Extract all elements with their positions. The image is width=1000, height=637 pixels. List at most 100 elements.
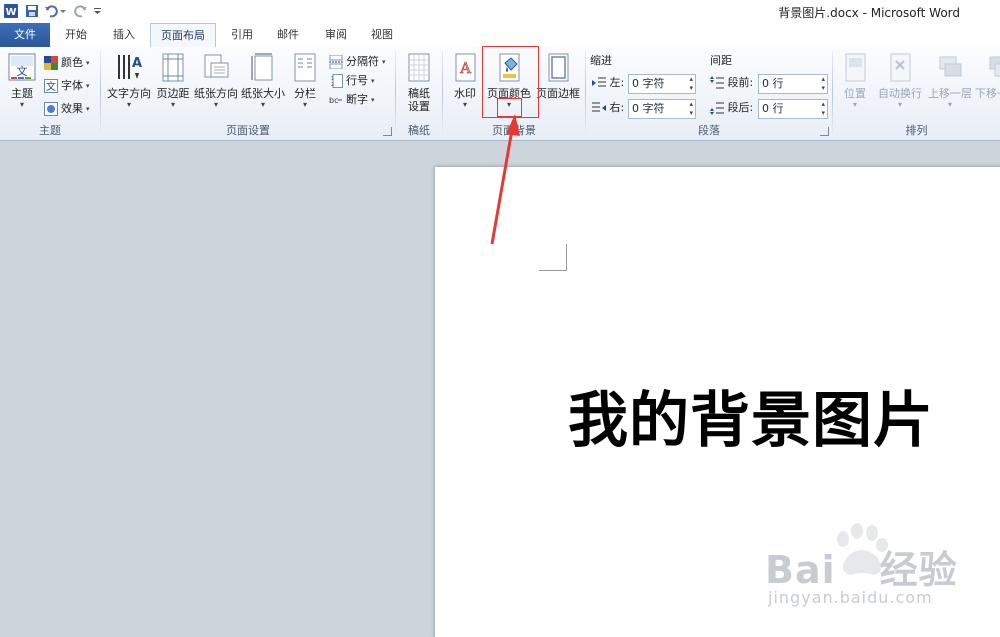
group-manuscript-label: 稿纸 <box>408 124 430 137</box>
size-button[interactable]: 纸张大小 ▾ <box>239 51 287 123</box>
chevron-down-icon: ▾ <box>382 58 386 66</box>
effects-button[interactable]: 效果 ▾ <box>44 99 90 119</box>
paragraph-launcher-icon[interactable] <box>820 127 829 136</box>
spacing-before-icon <box>710 76 724 90</box>
spacing-after-input[interactable]: 0 行 ▴ ▾ <box>758 99 828 119</box>
watermark-url: jingyan.baidu.com <box>768 588 933 607</box>
document-heading[interactable]: 我的背景图片 <box>568 372 934 459</box>
chevron-down-icon: ▾ <box>86 105 90 113</box>
group-paragraph: 缩进 左: 0 字符 ▴ ▾ 右: 0 字符 ▴ ▾ 间距 段前: 0 行 ▴ ▾ 段… <box>586 49 832 138</box>
hyphenation-label: 断字 <box>346 93 368 106</box>
font-icon: 文 <box>44 79 58 93</box>
indent-left-row: 左: <box>592 73 624 93</box>
tab-home[interactable]: 开始 <box>56 23 96 47</box>
svg-text:A: A <box>459 59 471 77</box>
undo-icon[interactable] <box>43 3 59 19</box>
annotation-arrow-icon <box>490 114 520 245</box>
tab-mailings[interactable]: 邮件 <box>268 23 308 47</box>
indent-right-label: 右: <box>609 101 625 114</box>
chevron-down-icon: ▾ <box>947 100 952 109</box>
bring-forward-button[interactable]: 上移一层 ▾ <box>925 51 975 123</box>
tab-insert[interactable]: 插入 <box>104 23 144 47</box>
spinner-arrows-icon[interactable]: ▴ ▾ <box>689 100 693 118</box>
breaks-button[interactable]: 分隔符 ▾ <box>329 52 386 72</box>
group-arrange-label: 排列 <box>905 124 928 137</box>
svg-text:文: 文 <box>17 64 28 78</box>
spacing-before-value: 0 行 <box>762 77 784 90</box>
tab-view[interactable]: 视图 <box>362 23 402 47</box>
fonts-button[interactable]: 文 字体 ▾ <box>44 76 90 96</box>
manuscript-settings-button[interactable]: 稿纸 设置 <box>400 51 438 123</box>
breaks-icon <box>329 54 343 70</box>
chevron-down-icon: ▾ <box>86 59 90 67</box>
page-setup-launcher-icon[interactable] <box>383 127 392 136</box>
manuscript-label-line2: 设置 <box>408 100 430 113</box>
group-arrange: 位置 ▾ 自动换行 ▾ 上移一层 ▾ 下移一 排列 <box>833 49 1000 138</box>
svg-text:2: 2 <box>331 82 334 88</box>
position-button[interactable]: 位置 ▾ <box>837 51 873 123</box>
theme-button-label: 主题 <box>11 87 33 100</box>
hyphenation-button[interactable]: bc 断字 ▾ <box>329 90 375 110</box>
colors-button[interactable]: 颜色 ▾ <box>44 53 90 73</box>
chevron-down-icon: ▾ <box>371 77 375 85</box>
bring-forward-icon <box>936 53 964 83</box>
group-paragraph-label: 段落 <box>698 124 720 137</box>
spacing-before-label: 段前: <box>727 76 754 89</box>
fonts-label: 字体 <box>61 79 83 92</box>
margins-icon <box>159 53 187 83</box>
columns-button[interactable]: 分栏 ▾ <box>289 51 321 123</box>
tab-page-layout[interactable]: 页面布局 <box>150 23 216 48</box>
spinner-arrows-icon[interactable]: ▴ ▾ <box>689 75 693 93</box>
bring-forward-label: 上移一层 <box>928 87 972 100</box>
tab-references[interactable]: 引用 <box>222 23 262 47</box>
page-size-icon <box>249 53 277 83</box>
theme-button[interactable]: 文 主题 ▾ <box>4 51 40 123</box>
watermark-label: 水印 <box>454 87 476 100</box>
text-direction-icon: A <box>115 53 143 83</box>
text-boundary-marker <box>539 244 567 271</box>
undo-dropdown-icon[interactable] <box>59 3 67 19</box>
orientation-button[interactable]: 纸张方向 ▾ <box>193 51 239 123</box>
page-borders-button[interactable]: 页面边框 <box>535 51 581 123</box>
position-icon <box>841 53 869 83</box>
watermark-button[interactable]: A 水印 ▾ <box>447 51 483 123</box>
indent-left-label: 左: <box>609 76 625 89</box>
spacing-after-value: 0 行 <box>762 102 784 115</box>
chevron-down-icon: ▾ <box>213 100 218 109</box>
indent-left-input[interactable]: 0 字符 ▴ ▾ <box>628 74 696 94</box>
indent-right-input[interactable]: 0 字符 ▴ ▾ <box>628 99 696 119</box>
word-app-icon[interactable]: W <box>3 3 19 19</box>
redo-icon[interactable] <box>73 3 89 19</box>
tab-review[interactable]: 审阅 <box>316 23 356 47</box>
chevron-down-icon: ▾ <box>302 100 307 109</box>
wrap-text-button[interactable]: 自动换行 ▾ <box>875 51 925 123</box>
title-bar: W 背景图片.docx - Microsoft Word <box>0 0 1000 23</box>
spinner-arrows-icon[interactable]: ▴ ▾ <box>821 100 825 118</box>
text-direction-button[interactable]: A 文字方向 ▾ <box>105 51 153 123</box>
spacing-before-row: 段前: <box>710 73 753 93</box>
spinner-arrows-icon[interactable]: ▴ ▾ <box>821 75 825 93</box>
tab-file[interactable]: 文件 <box>0 23 50 47</box>
send-backward-button[interactable]: 下移一 <box>975 51 1000 123</box>
palette-icon <box>44 56 58 70</box>
chevron-down-icon: ▾ <box>170 100 175 109</box>
chevron-down-icon: ▾ <box>371 96 375 104</box>
indent-left-icon <box>592 76 606 90</box>
colors-label: 颜色 <box>61 56 83 69</box>
line-numbers-button[interactable]: 12 行号 ▾ <box>329 71 375 91</box>
save-icon[interactable] <box>24 3 40 19</box>
effects-icon <box>44 102 58 116</box>
svg-text:W: W <box>5 7 16 18</box>
chevron-down-icon: ▾ <box>852 100 857 109</box>
customize-qat-icon[interactable] <box>93 3 103 19</box>
chevron-down-icon: ▾ <box>462 100 467 109</box>
spacing-before-input[interactable]: 0 行 ▴ ▾ <box>758 74 828 94</box>
manuscript-label-line1: 稿纸 <box>408 87 430 100</box>
indent-right-value: 0 字符 <box>632 102 665 115</box>
wrap-text-label: 自动换行 <box>878 87 922 100</box>
chevron-down-icon: ▾ <box>897 100 902 109</box>
spacing-after-label: 段后: <box>727 101 754 114</box>
chevron-down-icon: ▾ <box>86 82 90 90</box>
group-theme: 文 主题 ▾ 颜色 ▾ 文 字体 ▾ 效果 ▾ 主题 <box>0 49 100 138</box>
margins-button[interactable]: 页边距 ▾ <box>153 51 193 123</box>
